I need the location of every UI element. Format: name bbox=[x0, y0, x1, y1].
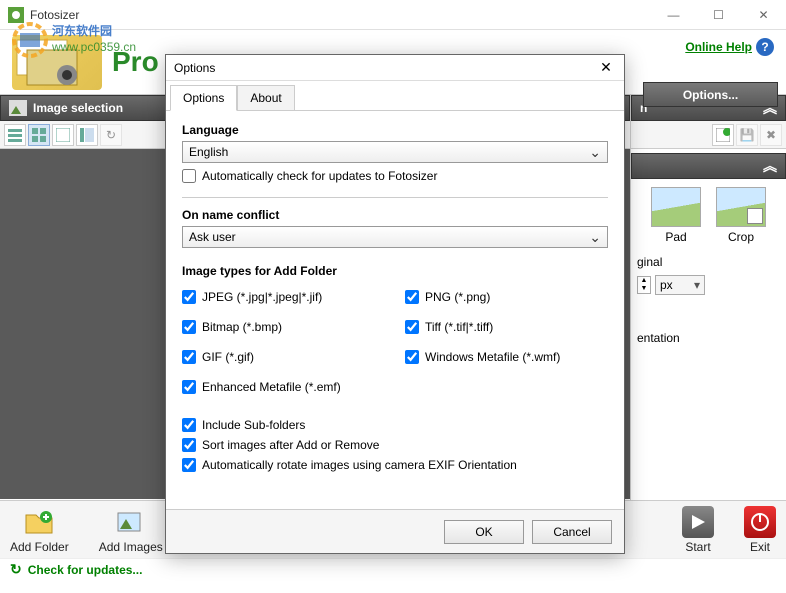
type-gif-checkbox[interactable]: GIF (*.gif) bbox=[182, 350, 385, 364]
ok-button[interactable]: OK bbox=[444, 520, 524, 544]
view-list-button[interactable] bbox=[4, 124, 26, 146]
collapse-icon[interactable]: ︽ bbox=[763, 156, 777, 176]
profile-toolbar: 💾 ✖ bbox=[631, 121, 786, 149]
dialog-titlebar: Options ✕ bbox=[166, 55, 624, 81]
close-button[interactable]: ✕ bbox=[741, 0, 786, 30]
mode-thumbs: Pad Crop bbox=[631, 179, 786, 252]
auto-check-updates-checkbox[interactable]: Automatically check for updates to Fotos… bbox=[182, 169, 608, 183]
delete-profile-button[interactable]: ✖ bbox=[760, 124, 782, 146]
type-wmf-checkbox[interactable]: Windows Metafile (*.wmf) bbox=[405, 350, 608, 364]
image-selection-label: Image selection bbox=[33, 101, 123, 115]
status-bar: ↻ Check for updates... bbox=[0, 558, 786, 580]
add-profile-button[interactable] bbox=[712, 124, 734, 146]
online-help-link[interactable]: Online Help? bbox=[685, 38, 774, 56]
spinner[interactable]: ▲▼ bbox=[637, 276, 651, 294]
type-png-checkbox[interactable]: PNG (*.png) bbox=[405, 290, 608, 304]
app-logo bbox=[12, 35, 102, 90]
type-emf-checkbox[interactable]: Enhanced Metafile (*.emf) bbox=[182, 380, 385, 394]
view-detail-button[interactable] bbox=[52, 124, 74, 146]
save-profile-button[interactable]: 💾 bbox=[736, 124, 758, 146]
type-tiff-checkbox[interactable]: Tiff (*.tif|*.tiff) bbox=[405, 320, 608, 334]
options-button[interactable]: Options... bbox=[643, 82, 778, 107]
tab-options[interactable]: Options bbox=[170, 85, 237, 111]
window-title: Fotosizer bbox=[30, 8, 651, 22]
add-images-button[interactable]: Add Images bbox=[99, 506, 163, 554]
type-bitmap-checkbox[interactable]: Bitmap (*.bmp) bbox=[182, 320, 385, 334]
dialog-close-button[interactable]: ✕ bbox=[596, 58, 616, 78]
original-label-row: ginal bbox=[631, 252, 786, 272]
refresh-icon: ↻ bbox=[10, 561, 22, 578]
tab-about[interactable]: About bbox=[237, 85, 294, 111]
window-titlebar: Fotosizer — ☐ ✕ bbox=[0, 0, 786, 30]
dialog-title: Options bbox=[174, 61, 596, 75]
refresh-button[interactable]: ↻ bbox=[100, 124, 122, 146]
language-heading: Language bbox=[182, 123, 608, 137]
view-thumb-button[interactable] bbox=[76, 124, 98, 146]
sort-after-checkbox[interactable]: Sort images after Add or Remove bbox=[182, 438, 608, 452]
cancel-button[interactable]: Cancel bbox=[532, 520, 612, 544]
dialog-tabs: Options About bbox=[166, 81, 624, 111]
options-dialog: Options ✕ Options About Language English… bbox=[165, 54, 625, 554]
size-panel-header[interactable]: ︽ bbox=[631, 153, 786, 179]
conflict-select[interactable]: Ask user bbox=[182, 226, 608, 248]
minimize-button[interactable]: — bbox=[651, 0, 696, 30]
unit-select[interactable]: px bbox=[655, 275, 705, 295]
size-input-row: ▲▼ px bbox=[631, 272, 786, 298]
view-grid-button[interactable] bbox=[28, 124, 50, 146]
add-folder-button[interactable]: Add Folder bbox=[10, 506, 69, 554]
language-select[interactable]: English bbox=[182, 141, 608, 163]
maximize-button[interactable]: ☐ bbox=[696, 0, 741, 30]
dialog-body: Language English Automatically check for… bbox=[166, 111, 624, 509]
dialog-footer: OK Cancel bbox=[166, 509, 624, 553]
conflict-heading: On name conflict bbox=[182, 208, 608, 222]
auto-rotate-checkbox[interactable]: Automatically rotate images using camera… bbox=[182, 458, 608, 472]
image-icon bbox=[9, 100, 27, 116]
start-button[interactable]: Start bbox=[682, 506, 714, 554]
include-subfolders-checkbox[interactable]: Include Sub-folders bbox=[182, 418, 608, 432]
exit-button[interactable]: Exit bbox=[744, 506, 776, 554]
type-jpeg-checkbox[interactable]: JPEG (*.jpg|*.jpeg|*.jif) bbox=[182, 290, 385, 304]
help-icon: ? bbox=[756, 38, 774, 56]
crop-mode[interactable]: Crop bbox=[714, 187, 769, 244]
types-heading: Image types for Add Folder bbox=[182, 264, 608, 278]
orientation-label-row: entation bbox=[631, 328, 786, 348]
app-name-text: Pro bbox=[112, 46, 159, 78]
app-icon bbox=[8, 7, 24, 23]
check-updates-link[interactable]: Check for updates... bbox=[28, 563, 143, 577]
pad-mode[interactable]: Pad bbox=[649, 187, 704, 244]
